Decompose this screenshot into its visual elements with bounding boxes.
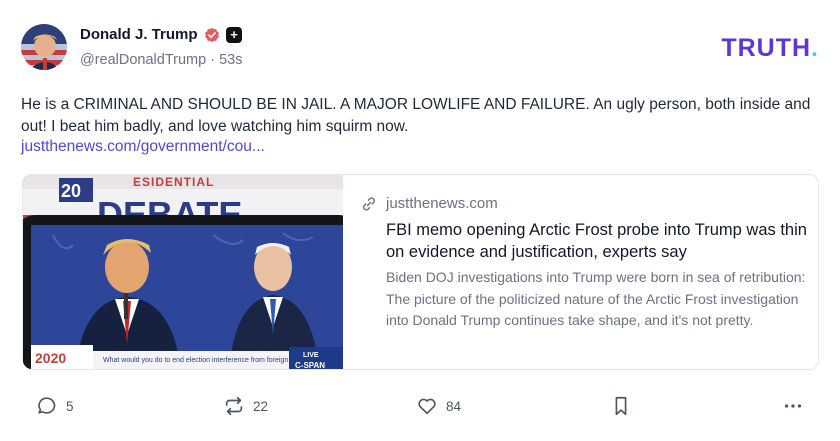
avatar[interactable]	[21, 24, 67, 70]
bookmark-icon	[615, 396, 627, 416]
retruth-icon	[225, 396, 243, 416]
link-icon	[363, 197, 375, 211]
verified-badge-icon	[205, 27, 219, 43]
link-preview-card[interactable]: ESIDENTIAL 20 DEBATE 2020 What would you…	[22, 174, 819, 370]
truth-logo[interactable]: TRUTH.	[721, 34, 819, 63]
truth-post: Donald J. Trump + @realDonaldTrump · 53s…	[0, 0, 840, 441]
handle-text: @realDonaldTrump	[80, 52, 207, 68]
like-count: 84	[446, 398, 462, 414]
display-name[interactable]: Donald J. Trump	[80, 26, 198, 43]
author-handle[interactable]: @realDonaldTrump · 53s	[80, 52, 242, 68]
banner-top-text: ESIDENTIAL	[133, 175, 214, 189]
lower-third-caption: What would you do to end election interf…	[103, 357, 319, 364]
card-thumbnail[interactable]: ESIDENTIAL 20 DEBATE 2020 What would you…	[23, 175, 343, 370]
banner-number: 20	[61, 181, 81, 201]
plus-icon: +	[226, 27, 242, 43]
live-label: LIVE	[303, 352, 319, 359]
handle-separator: ·	[210, 52, 220, 68]
more-options-button[interactable]	[782, 394, 804, 418]
reply-button[interactable]: 5	[36, 394, 74, 418]
heart-icon	[418, 398, 436, 415]
reply-count: 5	[66, 398, 74, 414]
retruth-button[interactable]: 22	[223, 394, 268, 418]
brand-name: TRUTH	[721, 34, 812, 62]
retruth-count: 22	[253, 398, 269, 414]
timestamp[interactable]: 53s	[219, 52, 242, 68]
post-link[interactable]: justthenews.com/government/cou...	[21, 136, 265, 158]
post-text: He is a CRIMINAL AND SHOULD BE IN JAIL. …	[21, 96, 811, 135]
card-title[interactable]: FBI memo opening Arctic Frost probe into…	[386, 220, 811, 263]
comment-icon	[38, 397, 56, 414]
more-icon	[784, 404, 802, 408]
card-domain: justthenews.com	[386, 195, 498, 212]
card-description: Biden DOJ investigations into Trump were…	[386, 269, 806, 328]
network-label: C-SPAN	[295, 361, 325, 370]
debate-logo-text: 2020	[35, 350, 66, 366]
brand-dot: .	[811, 34, 819, 62]
bookmark-button[interactable]	[611, 394, 631, 418]
like-button[interactable]: 84	[416, 394, 461, 418]
